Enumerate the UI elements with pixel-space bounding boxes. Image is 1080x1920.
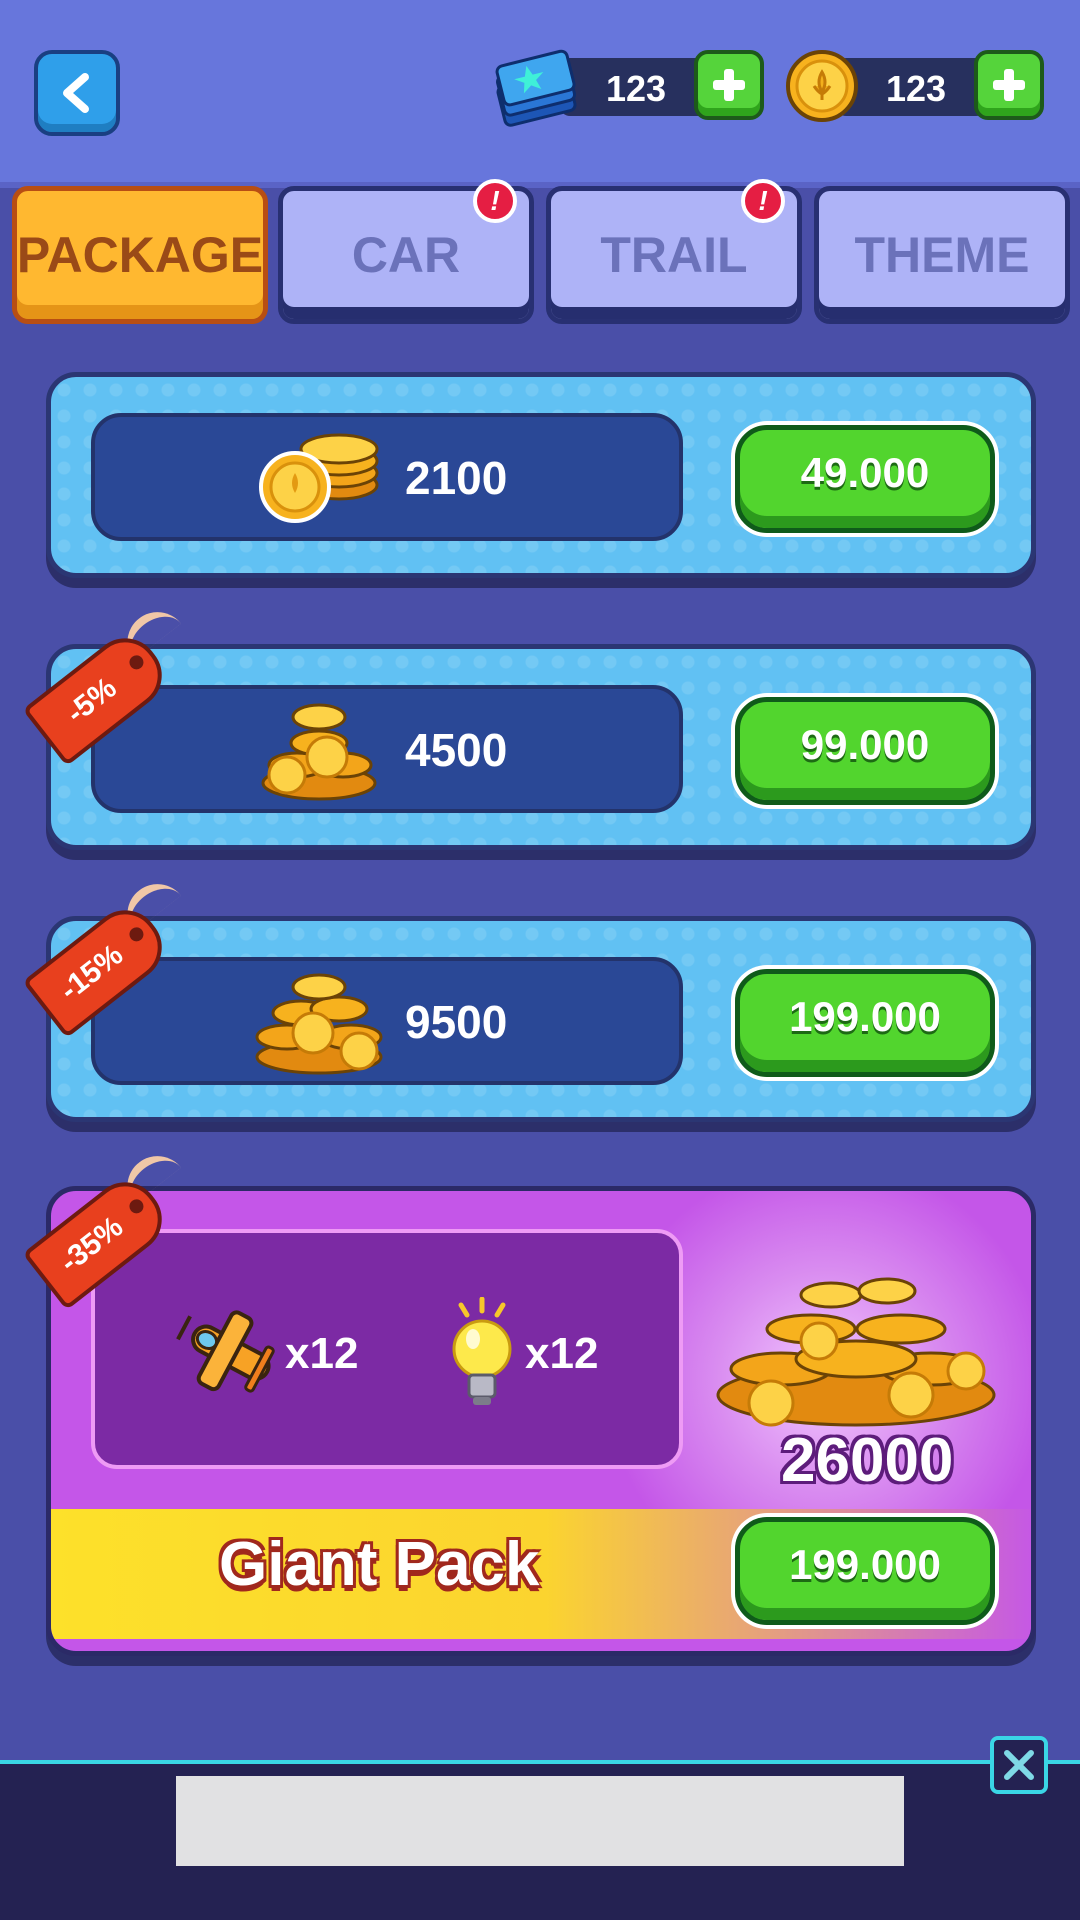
package-amount: 2100 bbox=[405, 452, 508, 504]
coin-icon bbox=[786, 50, 858, 122]
package-card: 9500 199.000 bbox=[46, 916, 1036, 1122]
buy-button[interactable]: 199.000 bbox=[735, 969, 995, 1077]
tab-package[interactable]: PACKAGE bbox=[12, 186, 268, 324]
package-card: 4500 99.000 bbox=[46, 644, 1036, 850]
giant-pack-title: Giant Pack bbox=[219, 1530, 540, 1599]
coin-pile-icon bbox=[255, 973, 383, 1075]
package-amount: 4500 bbox=[405, 724, 508, 776]
back-button[interactable] bbox=[34, 50, 120, 136]
ticket-count: 123 bbox=[606, 68, 667, 109]
buy-button[interactable]: 49.000 bbox=[735, 425, 995, 533]
plus-icon bbox=[993, 69, 1025, 101]
coin-pile-icon bbox=[716, 1277, 996, 1427]
tab-label: PACKAGE bbox=[16, 227, 264, 283]
package-card: 2100 49.000 bbox=[46, 372, 1036, 578]
alert-badge: ! bbox=[473, 179, 517, 223]
item-count: x12 bbox=[525, 1329, 599, 1378]
package-amount: 9500 bbox=[405, 996, 508, 1048]
tab-theme[interactable]: THEME bbox=[814, 186, 1070, 324]
chevron-left-icon bbox=[63, 73, 89, 113]
close-ad-button[interactable] bbox=[990, 1736, 1048, 1794]
tab-label: CAR bbox=[351, 227, 461, 283]
top-bar: 123 123 bbox=[0, 0, 1080, 188]
tab-label: TRAIL bbox=[600, 227, 748, 283]
add-tickets-button[interactable] bbox=[694, 50, 764, 120]
coin-pile-icon bbox=[261, 703, 377, 801]
airplane-icon bbox=[176, 1310, 275, 1393]
close-icon bbox=[1004, 1750, 1034, 1780]
coin-stack-icon bbox=[259, 433, 379, 523]
tab-label: THEME bbox=[854, 227, 1030, 283]
buy-button[interactable]: 99.000 bbox=[735, 697, 995, 805]
package-panel bbox=[91, 957, 683, 1085]
lightbulb-icon bbox=[452, 1297, 512, 1405]
item-count: x12 bbox=[285, 1329, 359, 1378]
tab-car[interactable]: CAR ! bbox=[278, 179, 534, 324]
ad-slot[interactable] bbox=[176, 1776, 904, 1866]
giant-pack-coins: 26000 bbox=[781, 1426, 954, 1495]
ticket-counter: 123 bbox=[560, 58, 710, 116]
tab-trail[interactable]: TRAIL ! bbox=[546, 179, 802, 324]
shop-tabs: PACKAGE CAR ! TRAIL ! THEME bbox=[0, 179, 1080, 326]
buy-button[interactable]: 199.000 bbox=[735, 1517, 995, 1625]
package-panel bbox=[91, 685, 683, 813]
ticket-icon bbox=[495, 49, 577, 127]
giant-pack-card: x12 x12 26000 Giant Pack 199.000 bbox=[46, 1186, 1036, 1656]
add-coins-button[interactable] bbox=[974, 50, 1044, 120]
alert-badge: ! bbox=[741, 179, 785, 223]
package-panel bbox=[91, 413, 683, 541]
plus-icon bbox=[713, 69, 745, 101]
coin-count: 123 bbox=[886, 68, 947, 109]
